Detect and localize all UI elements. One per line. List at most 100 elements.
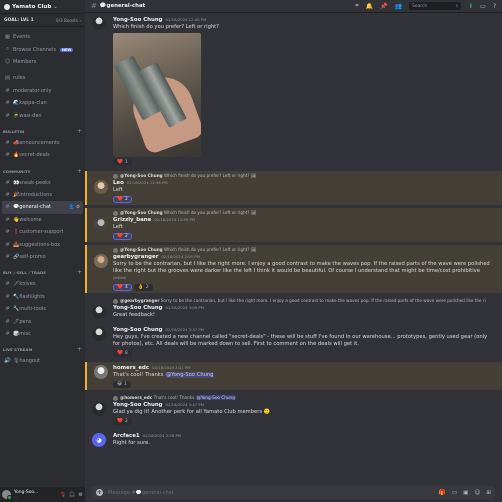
members-list-icon[interactable]: 👥	[395, 3, 402, 10]
attachment-image[interactable]	[113, 33, 201, 157]
help-icon[interactable]: ?	[493, 3, 496, 10]
message[interactable]: Yong-Soo Chung 02/18/2024 12:40 PM Which …	[85, 13, 502, 168]
message-author[interactable]: Yong-Soo Chung	[113, 327, 163, 334]
channel-moderator-only[interactable]: # moderator-only	[0, 85, 85, 97]
avatar[interactable]	[94, 254, 108, 268]
hash-icon: #	[5, 293, 10, 300]
message-text: That's cool! Thanks	[113, 372, 166, 378]
boost-goal[interactable]: GOAL: LVL 1 0/3 Boosts ›	[0, 14, 85, 27]
microphone-muted-icon[interactable]: 🎙	[60, 492, 66, 498]
category-live-stream[interactable]: LIVE STREAM +	[0, 344, 85, 355]
bell-icon[interactable]: 🔔	[366, 3, 373, 10]
add-channel-icon[interactable]: +	[77, 168, 82, 175]
channel-pens[interactable]: # 🖊pens	[0, 315, 85, 327]
avatar[interactable]	[2, 490, 12, 500]
sticker-icon[interactable]: ▣	[463, 490, 468, 496]
hash-icon: #	[5, 281, 10, 288]
message[interactable]: Yong-Soo Chung 02/18/2024 3:37 PM Hey guy…	[85, 324, 502, 359]
avatar[interactable]	[92, 327, 106, 341]
channel-multi-tools[interactable]: # 🔧multi-tools	[0, 303, 85, 315]
channel-suggestions-box[interactable]: # 📥suggestions-box	[0, 238, 85, 250]
gift-icon[interactable]: 🎁	[439, 490, 446, 496]
message[interactable]: homers_edc 02/18/2024 3:41 PM That's cool…	[85, 362, 502, 390]
reaction[interactable]: 😀 1	[113, 381, 131, 388]
channel-misc[interactable]: # 🎲misc	[0, 328, 85, 340]
message[interactable]: @Yong-Soo Chung Which finish do you pref…	[85, 245, 502, 293]
message-author[interactable]: Yong-Soo Chung	[113, 402, 163, 409]
sidebar-item-members[interactable]: ☺ Members	[0, 56, 85, 68]
channel-wasi-den[interactable]: # 🥷wasi-den	[0, 109, 85, 121]
add-channel-icon[interactable]: +	[77, 128, 82, 135]
message[interactable]: @homers_edc That's cool! Thanks @Yong-So…	[85, 393, 502, 427]
reply-preview[interactable]: @Yong-Soo Chung Which finish do you pref…	[113, 173, 494, 179]
reaction[interactable]: ❤️ 2	[113, 233, 132, 240]
message-author[interactable]: gearbygranger	[113, 254, 158, 261]
threads-icon[interactable]: ⌗	[355, 2, 358, 10]
category-buy-sell-trade[interactable]: BUY / SELL / TRADE +	[0, 267, 85, 278]
apps-icon[interactable]: ⊞	[486, 490, 491, 496]
add-channel-icon[interactable]: +	[77, 346, 82, 353]
emoji-icon[interactable]: ☺	[474, 490, 480, 496]
channel-sneak-peeks[interactable]: # 👀sneak-peeks	[0, 177, 85, 189]
reply-preview[interactable]: @Yong-Soo Chung Which finish do you pref…	[113, 247, 494, 253]
reaction[interactable]: ❤️ 2	[113, 418, 132, 425]
reaction[interactable]: ❤️ 1	[113, 159, 132, 166]
gif-icon[interactable]: ▭	[452, 490, 457, 496]
channel-flashlights[interactable]: # 🔦flashlights	[0, 291, 85, 303]
avatar[interactable]	[92, 402, 106, 416]
user-mention[interactable]: @Yong-Soo Chung	[165, 372, 215, 378]
message-composer[interactable]: + Message #💬general-chat 🎁 ▭ ▣ ☺ ⊞	[92, 486, 495, 499]
pin-icon[interactable]: 📌	[380, 3, 387, 10]
add-attachment-icon[interactable]: +	[96, 489, 103, 496]
add-channel-icon[interactable]: +	[77, 269, 82, 276]
reply-preview[interactable]: @Yong-Soo Chung Which finish do you pref…	[113, 210, 494, 216]
hash-icon: #	[5, 241, 10, 248]
message[interactable]: @Yong-Soo Chung Which finish do you pref…	[85, 208, 502, 242]
channel-general-chat[interactable]: # 💬general-chat 👤 ⚙	[2, 201, 83, 214]
message-author[interactable]: homers_edc	[113, 365, 149, 372]
channel-introductions[interactable]: # 🎉introductions	[0, 189, 85, 201]
download-icon[interactable]: ⬇	[468, 3, 473, 10]
headphones-icon[interactable]: 🎧	[69, 492, 75, 498]
sidebar-item-browse-channels[interactable]: ⌕ Browse Channels NEW	[0, 43, 85, 55]
channel-secret-deals[interactable]: # 🔥secret-deals	[0, 149, 85, 161]
category-community[interactable]: COMMUNITY +	[0, 166, 85, 177]
reaction[interactable]: ❤️ 4	[113, 284, 132, 291]
channel-announcements[interactable]: # 📣announcements	[0, 137, 85, 149]
category-bulletin[interactable]: BULLETIN +	[0, 126, 85, 137]
channel-rules[interactable]: ▤ rules	[0, 72, 85, 84]
channel-self-promo[interactable]: # 🔗self-promo	[0, 251, 85, 263]
channel-welcome[interactable]: # 👋welcome	[0, 214, 85, 226]
sidebar-item-events[interactable]: ▦ Events	[0, 31, 85, 43]
inbox-icon[interactable]: ▭	[480, 3, 486, 10]
channel-customer-support[interactable]: # ❗customer-support	[0, 226, 85, 238]
message[interactable]: ◕ Arcface1 02/18/2024 3:58 PM Right for s…	[85, 430, 502, 449]
message[interactable]: @gearbygranger Sorry to be the contraria…	[85, 296, 502, 321]
avatar[interactable]	[94, 180, 108, 194]
message[interactable]: @Yong-Soo Chung Which finish do you pref…	[85, 171, 502, 205]
avatar[interactable]	[92, 305, 106, 319]
message-author[interactable]: Grizzly_bane	[113, 217, 151, 224]
reaction[interactable]: ❤️ 8	[113, 350, 132, 357]
reply-preview[interactable]: @homers_edc That's cool! Thanks @Yong-So…	[113, 395, 494, 401]
reaction[interactable]: 👌 2	[133, 284, 153, 291]
discord-logo-icon[interactable]: ◕	[92, 433, 106, 447]
message-author[interactable]: Leo	[113, 180, 124, 187]
gear-icon[interactable]: ⚙	[76, 205, 80, 210]
reaction[interactable]: ❤️ 2	[113, 196, 132, 203]
reply-preview[interactable]: @gearbygranger Sorry to be the contraria…	[113, 298, 494, 304]
gear-icon[interactable]: ⚙	[79, 492, 83, 498]
search-input[interactable]: Search ⌕	[409, 2, 462, 10]
message-author[interactable]: Yong-Soo Chung	[113, 305, 163, 312]
avatar[interactable]	[94, 217, 108, 231]
message-author[interactable]: Arcface1	[113, 433, 140, 440]
avatar[interactable]	[94, 365, 108, 379]
channel-hangout[interactable]: 🔊 🎙hangout	[0, 355, 85, 367]
server-header[interactable]: Yamato Club ⌄	[0, 0, 85, 14]
avatar[interactable]	[92, 16, 106, 30]
message-author[interactable]: Yong-Soo Chung	[113, 17, 163, 24]
reply-text: Sorry to be the contrarian, but I like t…	[160, 298, 486, 303]
invite-icon[interactable]: 👤	[69, 205, 75, 210]
channel-knives[interactable]: # 🗡knives	[0, 278, 85, 290]
channel-kappa-clan[interactable]: # 🌊kappa-clan	[0, 97, 85, 109]
